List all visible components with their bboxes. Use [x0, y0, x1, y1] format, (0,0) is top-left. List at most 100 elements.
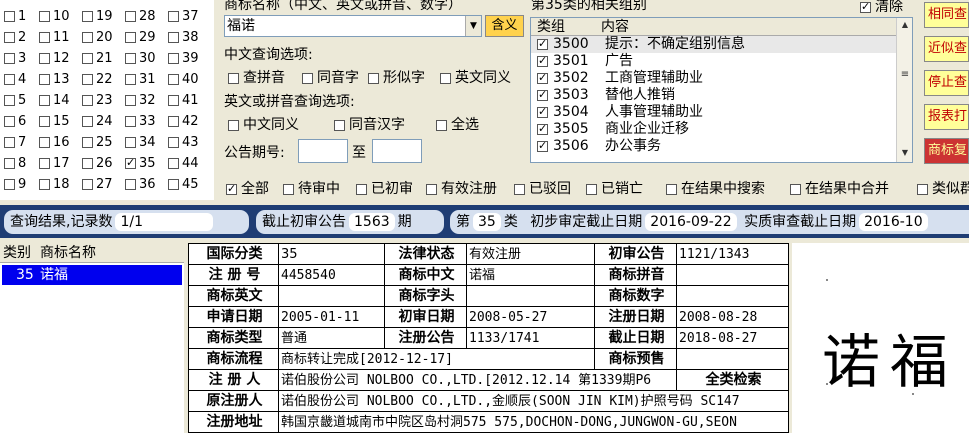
filter-option[interactable]: 类似群 [917, 178, 969, 198]
checkbox[interactable] [168, 53, 179, 64]
cn-option-similar-shape[interactable]: 形似字 [368, 67, 425, 87]
checkbox[interactable] [368, 72, 379, 84]
checkbox[interactable] [917, 183, 928, 195]
class-checkbox-20[interactable]: 20 [82, 29, 113, 47]
checkbox[interactable] [4, 74, 15, 85]
same-search-button[interactable]: 相同查 [924, 2, 969, 28]
scroll-up-icon[interactable]: ▲ [898, 18, 912, 32]
checkbox[interactable] [125, 137, 136, 148]
checkbox[interactable] [39, 116, 50, 127]
group-row[interactable]: 3503替他人推销 [531, 87, 912, 104]
class-checkbox-7[interactable]: 7 [4, 134, 26, 152]
checkbox[interactable] [39, 32, 50, 43]
checkbox[interactable] [4, 11, 15, 22]
en-option-select-all[interactable]: 全选 [436, 114, 479, 134]
checkbox[interactable] [82, 11, 93, 22]
checkbox[interactable] [168, 95, 179, 106]
checkbox[interactable] [125, 32, 136, 43]
class-checkbox-11[interactable]: 11 [39, 29, 70, 47]
class-checkbox-29[interactable]: 29 [125, 29, 156, 47]
checkbox[interactable] [125, 179, 136, 190]
checkbox[interactable] [168, 74, 179, 85]
scroll-thumb[interactable]: ≡ [898, 68, 912, 82]
class-checkbox-25[interactable]: 25 [82, 134, 113, 152]
checkbox[interactable] [228, 72, 239, 84]
checkbox[interactable] [440, 72, 451, 84]
class-checkbox-22[interactable]: 22 [82, 71, 113, 89]
checkbox[interactable] [228, 119, 239, 131]
class-checkbox-26[interactable]: 26 [82, 155, 113, 173]
filter-option[interactable]: 在结果中合并 [790, 178, 889, 198]
class-checkbox-30[interactable]: 30 [125, 50, 156, 68]
class-checkbox-39[interactable]: 39 [168, 50, 199, 68]
issue-to-input[interactable] [372, 139, 422, 163]
checkbox[interactable] [82, 116, 93, 127]
similar-search-button[interactable]: 近似查 [924, 36, 969, 62]
checkbox[interactable] [537, 71, 548, 85]
checkbox[interactable] [334, 119, 345, 131]
all-class-search-button[interactable]: 全类检索 [676, 369, 789, 391]
class-checkbox-8[interactable]: 8 [4, 155, 26, 173]
class-checkbox-21[interactable]: 21 [82, 50, 113, 68]
class-checkbox-1[interactable]: 1 [4, 8, 26, 26]
class-checkbox-41[interactable]: 41 [168, 92, 199, 110]
scroll-down-icon[interactable]: ▼ [898, 146, 912, 160]
checkbox[interactable] [356, 183, 367, 195]
checkbox[interactable] [39, 53, 50, 64]
checkbox[interactable] [125, 156, 136, 170]
class-checkbox-24[interactable]: 24 [82, 113, 113, 131]
checkbox[interactable] [39, 179, 50, 190]
checkbox[interactable] [125, 53, 136, 64]
checkbox[interactable] [168, 158, 179, 169]
class-checkbox-36[interactable]: 36 [125, 176, 156, 194]
report-print-button[interactable]: 报表打 [924, 104, 969, 130]
checkbox[interactable] [537, 54, 548, 68]
checkbox[interactable] [283, 183, 294, 195]
class-checkbox-10[interactable]: 10 [39, 8, 70, 26]
class-checkbox-17[interactable]: 17 [39, 155, 70, 173]
class-checkbox-15[interactable]: 15 [39, 113, 70, 131]
clear-checkbox[interactable]: 清除 [860, 0, 903, 16]
class-checkbox-40[interactable]: 40 [168, 71, 199, 89]
class-checkbox-4[interactable]: 4 [4, 71, 26, 89]
class-checkbox-13[interactable]: 13 [39, 71, 70, 89]
en-option-homophone-hanzi[interactable]: 同音汉字 [334, 114, 405, 134]
checkbox[interactable] [39, 158, 50, 169]
checkbox[interactable] [4, 137, 15, 148]
class-checkbox-42[interactable]: 42 [168, 113, 199, 131]
checkbox[interactable] [39, 137, 50, 148]
checkbox[interactable] [168, 11, 179, 22]
checkbox[interactable] [537, 37, 548, 51]
checkbox[interactable] [537, 139, 548, 153]
checkbox[interactable] [82, 95, 93, 106]
checkbox[interactable] [82, 179, 93, 190]
checkbox[interactable] [790, 183, 801, 195]
checkbox[interactable] [4, 95, 15, 106]
checkbox[interactable] [168, 32, 179, 43]
checkbox[interactable] [226, 182, 237, 196]
checkbox[interactable] [82, 74, 93, 85]
cn-option-homophone[interactable]: 同音字 [302, 67, 359, 87]
checkbox[interactable] [4, 53, 15, 64]
class-checkbox-37[interactable]: 37 [168, 8, 199, 26]
trademark-review-button[interactable]: 商标复 [924, 138, 969, 164]
filter-option[interactable]: 有效注册 [426, 178, 497, 198]
filter-option[interactable]: 已初审 [356, 178, 413, 198]
checkbox[interactable] [82, 137, 93, 148]
en-option-cn-synonym[interactable]: 中文同义 [228, 114, 299, 134]
checkbox[interactable] [537, 88, 548, 102]
group-row[interactable]: 3505商业企业迁移 [531, 121, 912, 138]
group-list-scrollbar[interactable]: ▲ ≡ ▼ [896, 18, 912, 162]
checkbox[interactable] [82, 53, 93, 64]
checkbox[interactable] [39, 11, 50, 22]
checkbox[interactable] [168, 116, 179, 127]
checkbox[interactable] [4, 116, 15, 127]
class-checkbox-35[interactable]: 35 [125, 155, 156, 173]
checkbox[interactable] [860, 0, 871, 14]
checkbox[interactable] [426, 183, 437, 195]
filter-option[interactable]: 在结果中搜索 [666, 178, 765, 198]
cn-option-english-synonym[interactable]: 英文同义 [440, 67, 511, 87]
checkbox[interactable] [82, 32, 93, 43]
stop-search-button[interactable]: 停止查 [924, 70, 969, 96]
class-checkbox-34[interactable]: 34 [125, 134, 156, 152]
